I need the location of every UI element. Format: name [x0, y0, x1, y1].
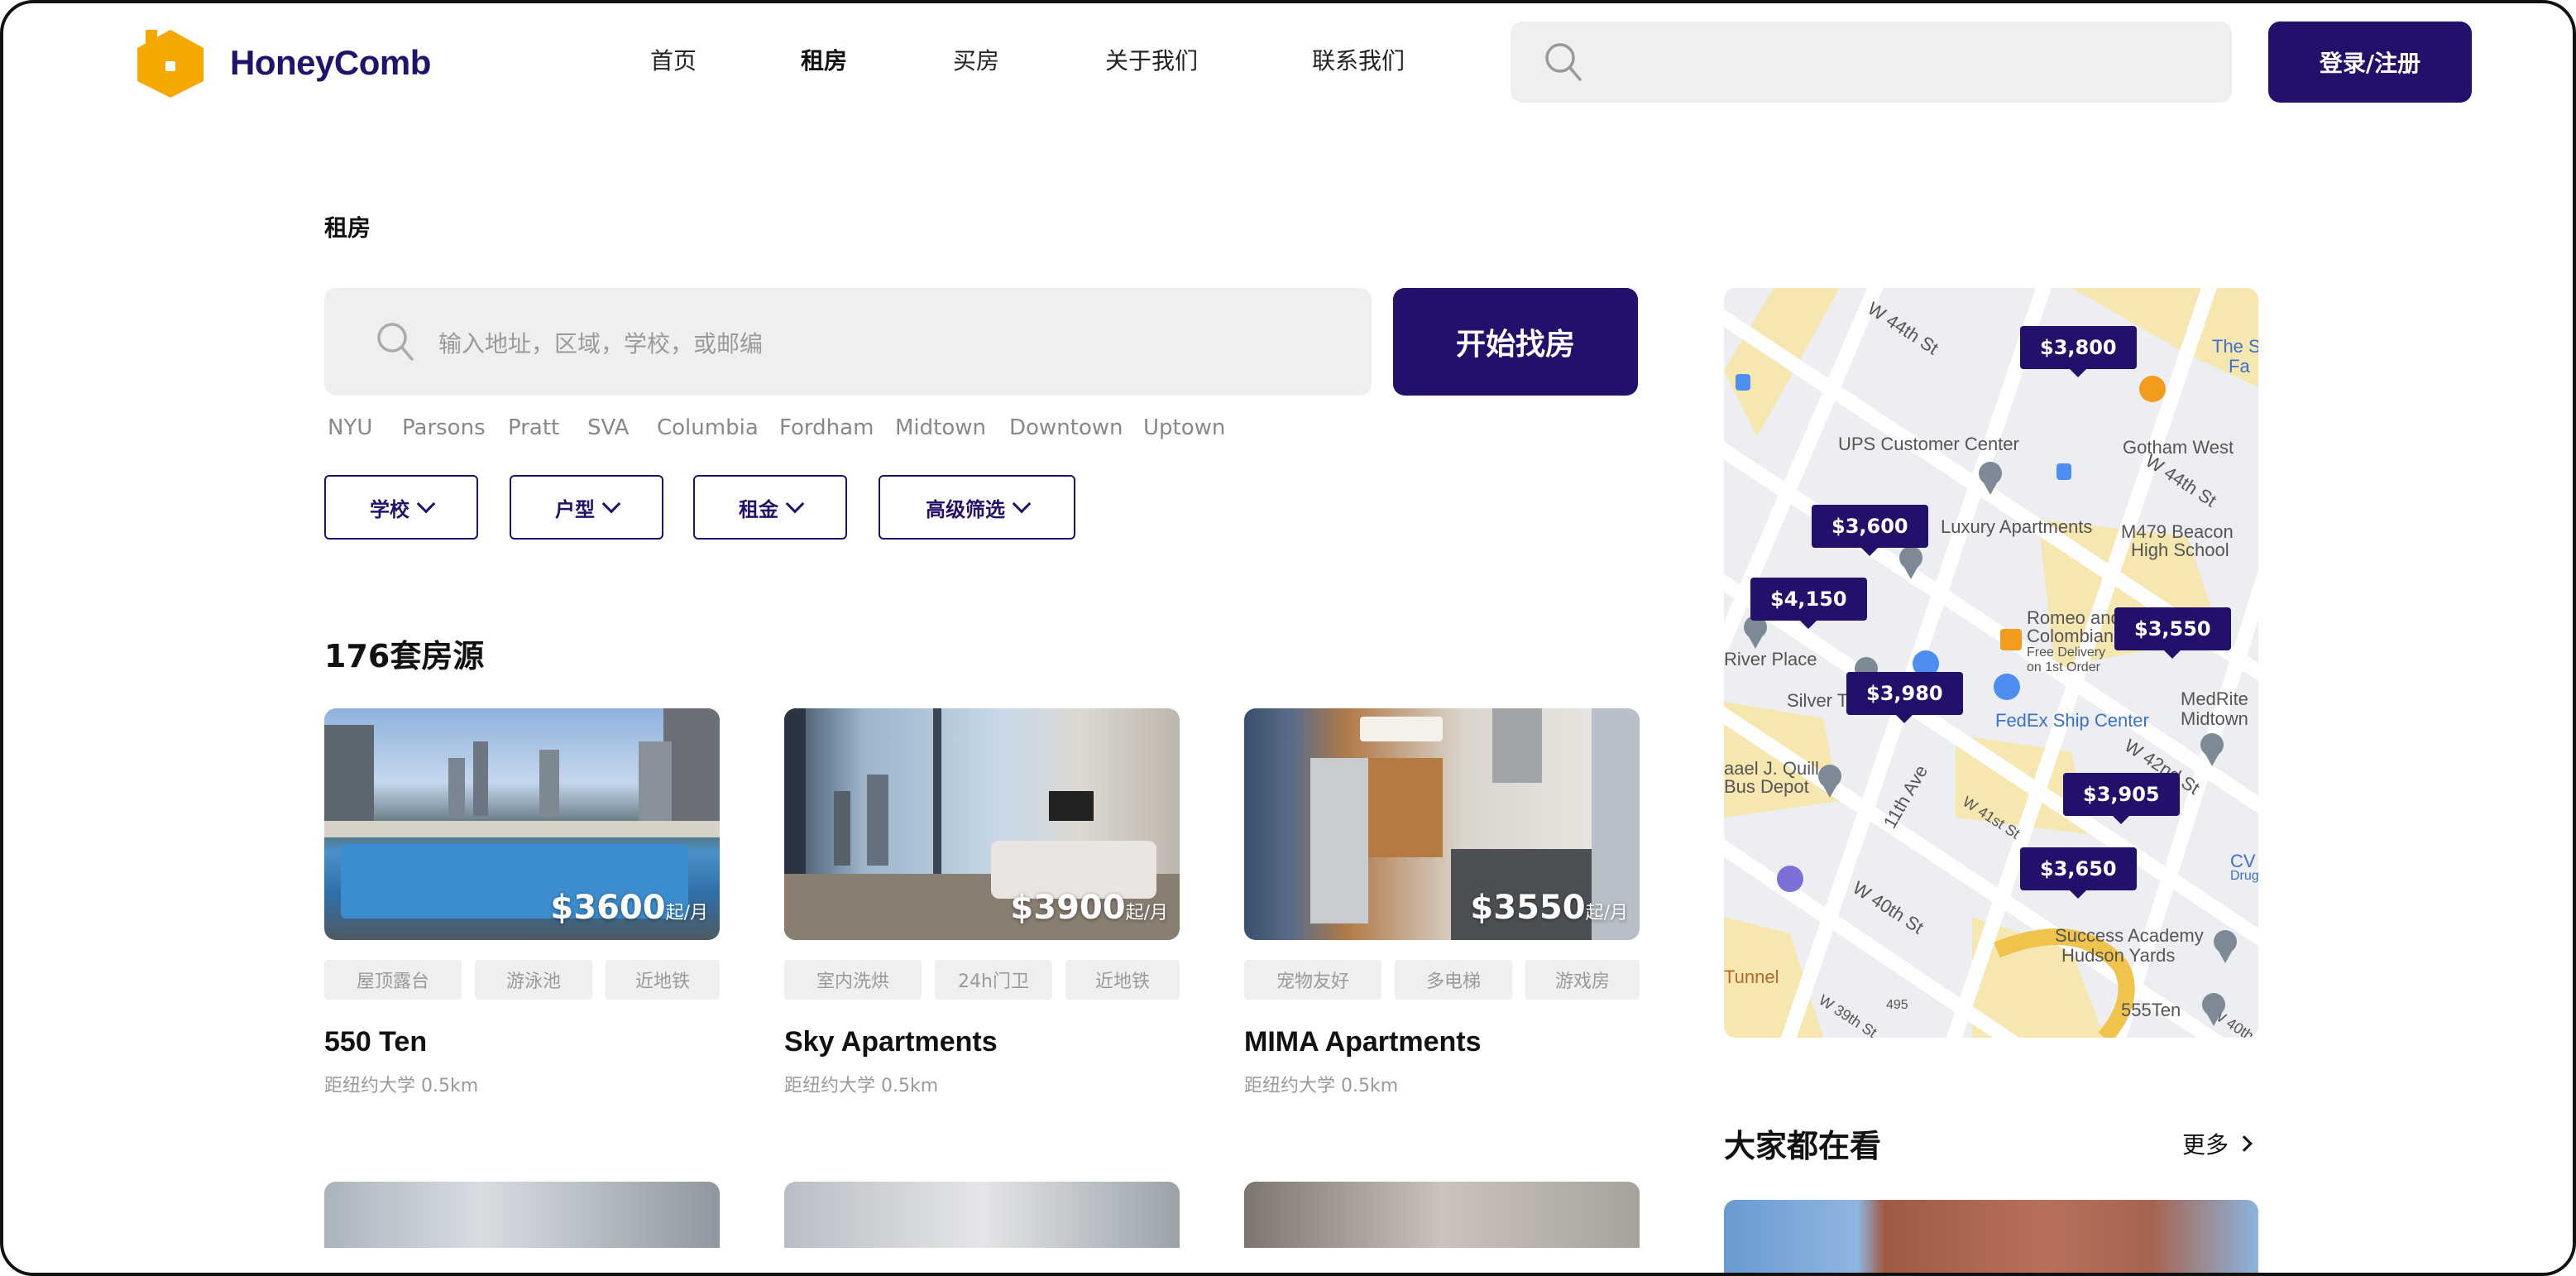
tag: 屋顶露台 [324, 960, 462, 1000]
popular-listing-photo[interactable] [1724, 1200, 2258, 1273]
listing-photo: $3600起/月 [324, 708, 720, 940]
price-pin[interactable]: $3,600 [1812, 505, 1928, 556]
quick-link-parsons[interactable]: Parsons [402, 415, 486, 440]
listing-price: $3600起/月 [550, 889, 708, 927]
price-pin[interactable]: $3,550 [2114, 607, 2231, 659]
filter-room-type[interactable]: 户型 [510, 475, 663, 540]
login-register-button[interactable]: 登录/注册 [2268, 22, 2472, 103]
logo[interactable]: HoneyComb [131, 26, 431, 99]
tag: 近地铁 [606, 960, 720, 1000]
filter-school[interactable]: 学校 [324, 475, 478, 540]
nav-home[interactable]: 首页 [650, 43, 697, 76]
price-pin[interactable]: $4,150 [1750, 578, 1867, 629]
quick-link-downtown[interactable]: Downtown [1009, 415, 1123, 440]
map[interactable]: W 44th St The S Fa UPS Customer Center G… [1724, 288, 2258, 1038]
start-search-button[interactable]: 开始找房 [1393, 288, 1638, 396]
filter-rent[interactable]: 租金 [693, 475, 847, 540]
nav-contact[interactable]: 联系我们 [1312, 43, 1405, 76]
listing-tags: 宠物友好 多电梯 游戏房 [1244, 960, 1640, 1000]
tag: 游泳池 [475, 960, 592, 1000]
listing-card-partial[interactable] [324, 1182, 720, 1248]
listing-distance: 距纽约大学 0.5km [1244, 1076, 1399, 1096]
section-title: 租房 [324, 214, 371, 242]
result-count: 176套房源 [324, 638, 485, 674]
nav-about[interactable]: 关于我们 [1105, 43, 1198, 76]
price-pin[interactable]: $3,650 [2020, 847, 2137, 899]
honeycomb-logo-icon [131, 26, 210, 99]
listing-card-partial[interactable] [1244, 1182, 1640, 1248]
popular-section-title: 大家都在看 [1724, 1128, 1882, 1164]
listing-name[interactable]: 550 Ten [324, 1026, 427, 1058]
quick-link-midtown[interactable]: Midtown [895, 415, 986, 440]
chevron-down-icon [1012, 494, 1032, 514]
price-pin[interactable]: $3,980 [1846, 672, 1963, 723]
listing-card[interactable]: $3550起/月 宠物友好 多电梯 游戏房 MIMA Apartments 距纽… [1244, 708, 1640, 1096]
filter-label: 租金 [739, 497, 778, 521]
listing-photo: $3900起/月 [784, 708, 1180, 940]
address-search-input[interactable]: 输入地址，区域，学校，或邮编 [324, 288, 1372, 396]
logo-text: HoneyComb [230, 43, 431, 82]
search-icon [376, 321, 415, 366]
quick-link-fordham[interactable]: Fordham [779, 415, 874, 440]
filter-label: 高级筛选 [926, 497, 1005, 521]
tag: 宠物友好 [1244, 960, 1381, 1000]
filter-label: 户型 [555, 497, 595, 521]
more-label: 更多 [2182, 1131, 2229, 1158]
chevron-down-icon [601, 494, 621, 514]
price-pin[interactable]: $3,905 [2063, 773, 2180, 824]
listing-distance: 距纽约大学 0.5km [784, 1076, 939, 1096]
chevron-right-icon [2236, 1135, 2253, 1152]
filter-label: 学校 [370, 497, 409, 521]
chevron-down-icon [416, 494, 436, 514]
tag: 游戏房 [1525, 960, 1640, 1000]
listing-tags: 室内洗烘 24h门卫 近地铁 [784, 960, 1180, 1000]
listing-tags: 屋顶露台 游泳池 近地铁 [324, 960, 720, 1000]
listing-name[interactable]: MIMA Apartments [1244, 1026, 1482, 1058]
price-pin[interactable]: $3,800 [2020, 326, 2137, 377]
quick-link-uptown[interactable]: Uptown [1143, 415, 1225, 440]
chevron-down-icon [785, 494, 805, 514]
more-link[interactable]: 更多 [2182, 1127, 2253, 1160]
listing-distance: 距纽约大学 0.5km [324, 1076, 479, 1096]
quick-link-sva[interactable]: SVA [587, 415, 629, 440]
quick-link-pratt[interactable]: Pratt [508, 415, 559, 440]
listing-card[interactable]: $3900起/月 室内洗烘 24h门卫 近地铁 Sky Apartments 距… [784, 708, 1180, 1096]
filter-advanced[interactable]: 高级筛选 [879, 475, 1075, 540]
listing-card[interactable]: $3600起/月 屋顶露台 游泳池 近地铁 550 Ten 距纽约大学 0.5k… [324, 708, 720, 1096]
quick-link-nyu[interactable]: NYU [328, 415, 372, 440]
quick-link-columbia[interactable]: Columbia [657, 415, 759, 440]
tag: 多电梯 [1395, 960, 1512, 1000]
tag: 24h门卫 [935, 960, 1052, 1000]
map-poi-icons [1736, 374, 2237, 1026]
listing-price: $3900起/月 [1010, 889, 1168, 927]
search-icon [1544, 41, 1583, 86]
nav-buy[interactable]: 买房 [953, 43, 999, 76]
listing-name[interactable]: Sky Apartments [784, 1026, 998, 1058]
listing-price: $3550起/月 [1470, 889, 1628, 927]
search-placeholder: 输入地址，区域，学校，或邮编 [438, 330, 764, 357]
tag: 近地铁 [1065, 960, 1180, 1000]
listing-card-partial[interactable] [784, 1182, 1180, 1248]
app-window: HoneyComb 首页 租房 买房 关于我们 联系我们 登录/注册 租房 输入… [0, 0, 2576, 1276]
listing-photo: $3550起/月 [1244, 708, 1640, 940]
tag: 室内洗烘 [784, 960, 922, 1000]
header-search-input[interactable] [1511, 22, 2232, 103]
nav-rent[interactable]: 租房 [801, 43, 847, 76]
